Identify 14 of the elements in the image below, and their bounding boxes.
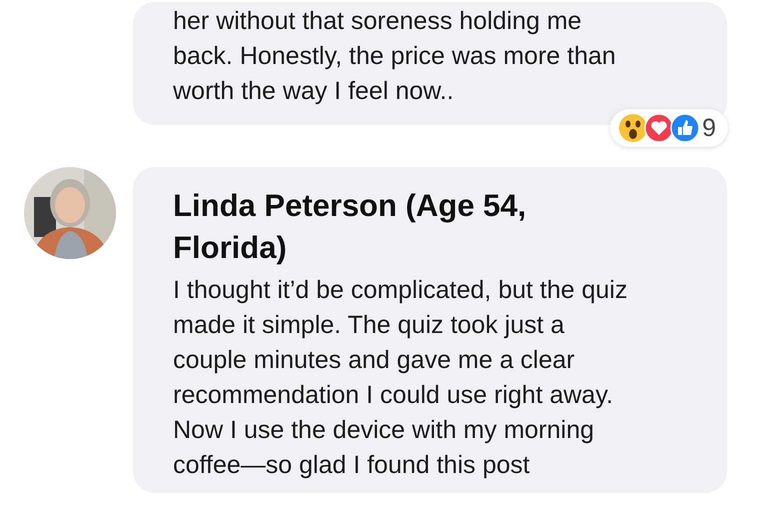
comment-author[interactable]: Linda Peterson (Age 54, Florida): [173, 185, 593, 269]
comment-text-line: couple minutes and gave me a clear: [173, 345, 576, 376]
surprised-emoji-icon: [618, 113, 648, 143]
reaction-count: 9: [702, 114, 716, 142]
comment-text-line: coffee—so glad I found this post: [173, 450, 531, 481]
comment-text-line: worth the way I feel now..: [173, 76, 455, 107]
comment-text-line: recommendation I could use right away.: [173, 380, 614, 411]
comment-text-line: back. Honestly, the price was more than: [173, 41, 617, 72]
comment-text-line: Now I use the device with my morning: [173, 415, 596, 446]
thumbs-up-icon: [670, 113, 700, 143]
reactions-badge[interactable]: 9: [610, 109, 728, 147]
comment-text-line: made it simple. The quiz took just a: [173, 310, 566, 341]
comment-text-line: I thought it’d be complicated, but the quiz: [173, 275, 628, 306]
comment-text-line: her without that soreness holding me: [173, 6, 583, 37]
